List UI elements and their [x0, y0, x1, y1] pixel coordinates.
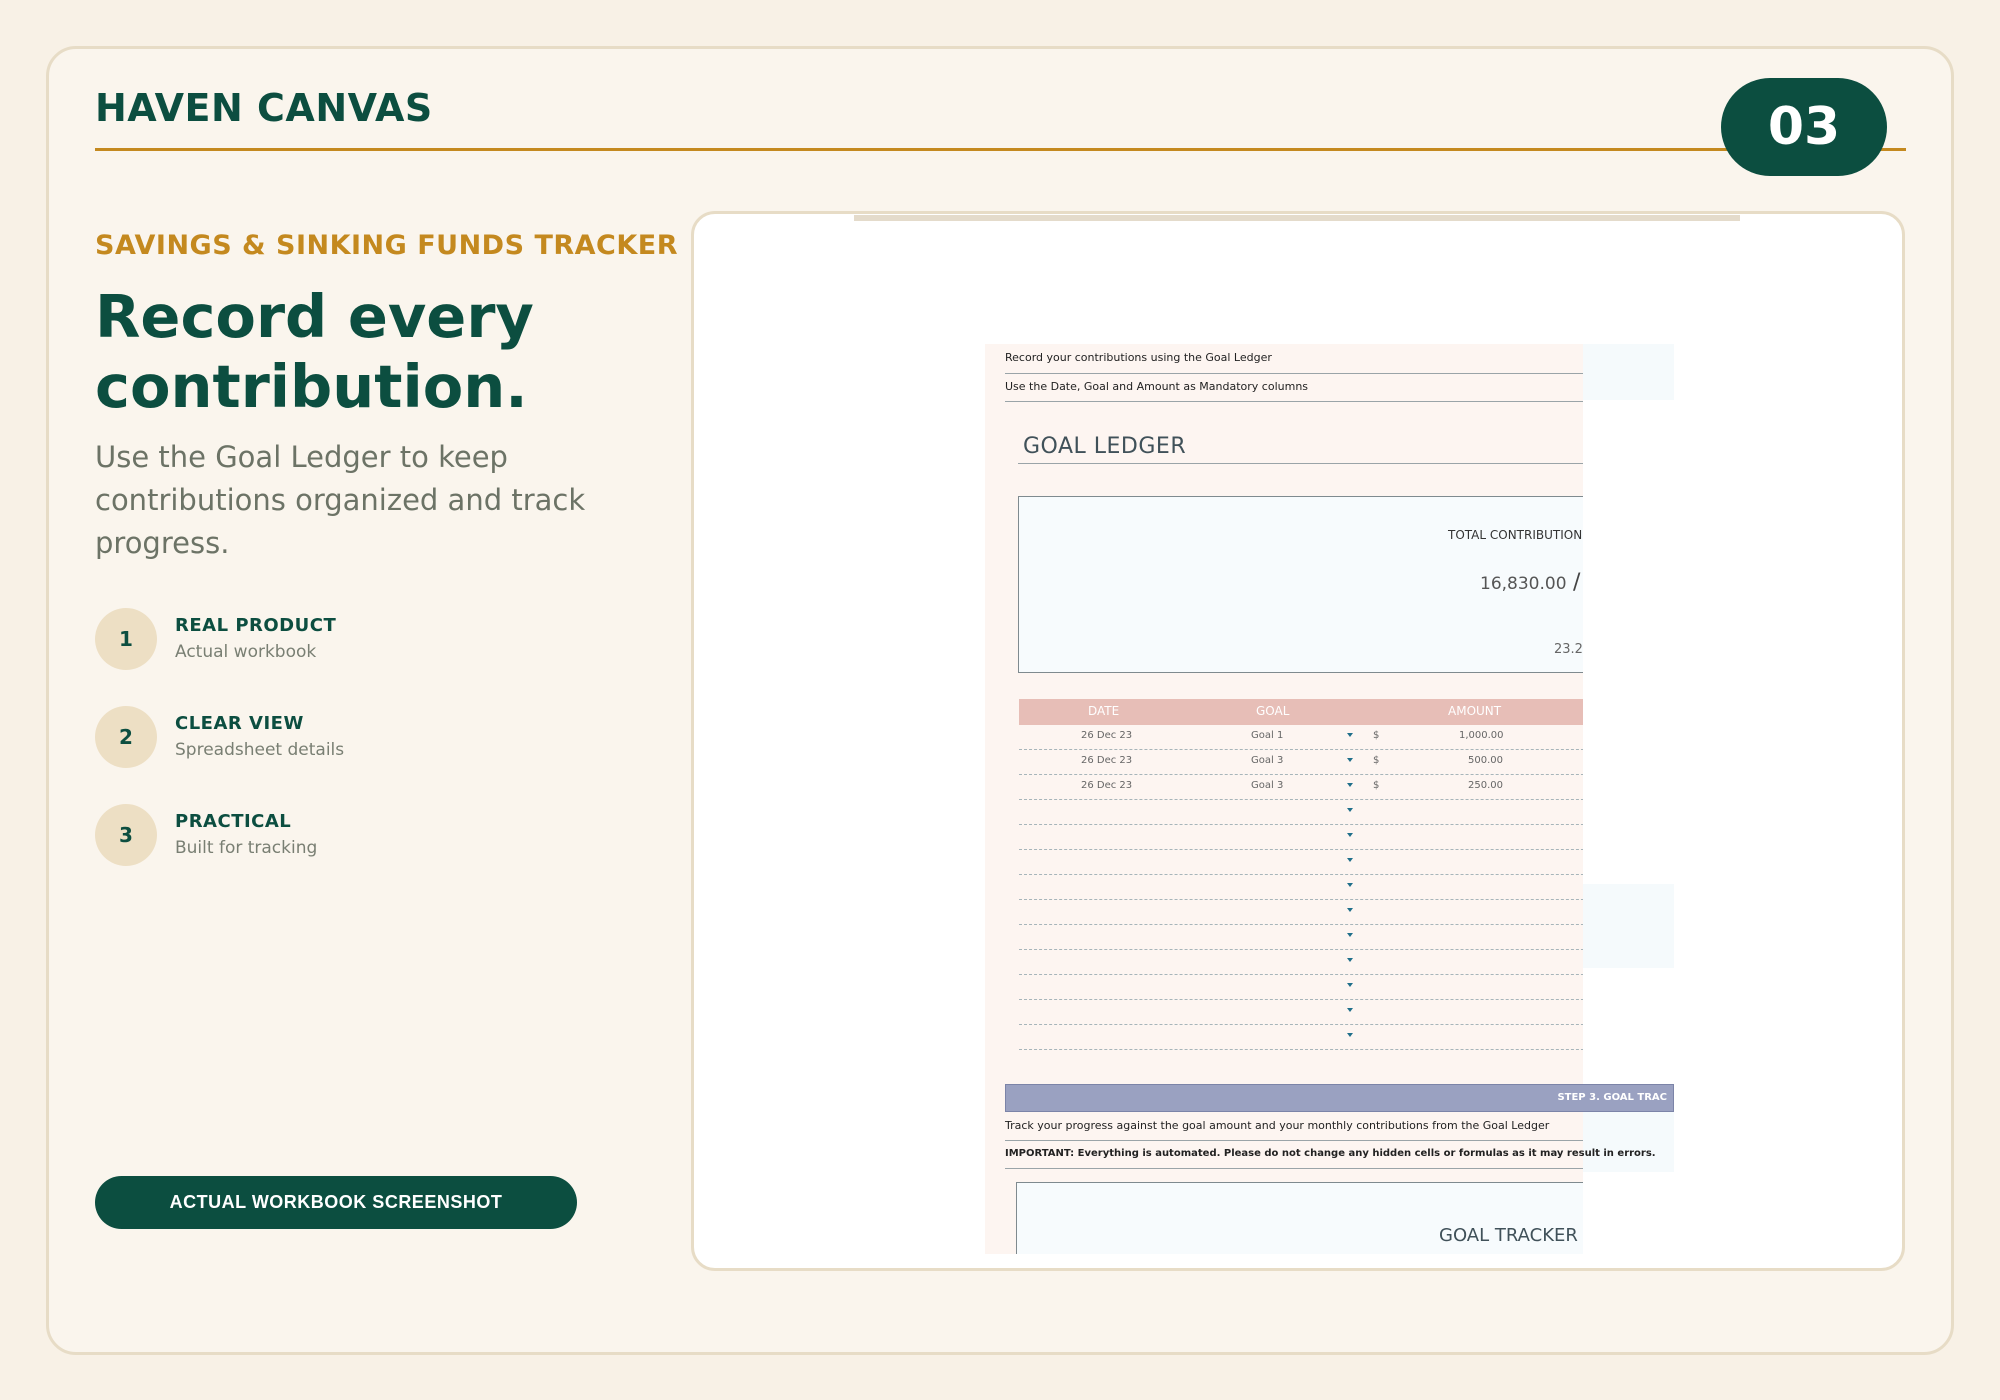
goal-tracker-title: GOAL TRACKER	[1439, 1225, 1578, 1246]
ledger-row[interactable]: 26 Dec 23 Goal 1 $ 1,000.00	[1019, 725, 1599, 750]
feature-subtitle: Built for tracking	[175, 838, 318, 858]
ledger-row[interactable]	[1019, 975, 1599, 1000]
dropdown-arrow-icon[interactable]	[1347, 783, 1353, 787]
eyebrow-label: SAVINGS & SINKING FUNDS TRACKER	[95, 230, 679, 261]
step-label: STEP 3. GOAL TRAC	[1557, 1092, 1667, 1103]
step-banner: STEP 3. GOAL TRAC	[1005, 1084, 1674, 1112]
ledger-row[interactable]	[1019, 1025, 1599, 1050]
feature-title: PRACTICAL	[175, 811, 292, 832]
ledger-row[interactable]: 26 Dec 23 Goal 3 $ 500.00	[1019, 750, 1599, 775]
frame-top-bar	[854, 215, 1740, 221]
description: Use the Goal Ledger to keep contribution…	[95, 440, 586, 560]
feature-item-practical: 3 PRACTICAL Built for tracking	[95, 804, 515, 868]
column-header-goal: GOAL	[1256, 704, 1290, 718]
dropdown-arrow-icon[interactable]	[1347, 833, 1353, 837]
dropdown-arrow-icon[interactable]	[1347, 908, 1353, 912]
feature-subtitle: Spreadsheet details	[175, 740, 345, 760]
dropdown-arrow-icon[interactable]	[1347, 958, 1353, 962]
dropdown-arrow-icon[interactable]	[1347, 808, 1353, 812]
ledger-row[interactable]: 26 Dec 23 Goal 3 $ 250.00	[1019, 775, 1599, 800]
column-header-date: DATE	[1088, 704, 1120, 718]
page-number-badge: 03	[1721, 78, 1887, 176]
workbook-screenshot: Record your contributions using the Goal…	[985, 344, 1674, 1254]
column-header-amount: AMOUNT	[1448, 704, 1502, 718]
feature-subtitle: Actual workbook	[175, 642, 317, 662]
ledger-row[interactable]	[1019, 900, 1599, 925]
dropdown-arrow-icon[interactable]	[1347, 983, 1353, 987]
dropdown-arrow-icon[interactable]	[1347, 858, 1353, 862]
feature-title: REAL PRODUCT	[175, 615, 337, 636]
instruction-note: Record your contributions using the Goal…	[1005, 351, 1272, 364]
instruction-note: Track your progress against the goal amo…	[1005, 1119, 1550, 1132]
dropdown-arrow-icon[interactable]	[1347, 883, 1353, 887]
total-separator: /	[1573, 570, 1581, 595]
workbook-screenshot-button[interactable]: ACTUAL WORKBOOK SCREENSHOT	[95, 1176, 577, 1229]
feature-item-real-product: 1 REAL PRODUCT Actual workbook	[95, 608, 515, 672]
feature-item-clear-view: 2 CLEAR VIEW Spreadsheet details	[95, 706, 515, 770]
ledger-row[interactable]	[1019, 825, 1599, 850]
ledger-row[interactable]	[1019, 1000, 1599, 1025]
progress-value: 23.2	[1554, 642, 1583, 657]
ledger-row[interactable]	[1019, 925, 1599, 950]
feature-title: CLEAR VIEW	[175, 713, 304, 734]
feature-number: 2	[95, 706, 157, 768]
dropdown-arrow-icon[interactable]	[1347, 1008, 1353, 1012]
feature-number: 1	[95, 608, 157, 670]
brand-title: HAVEN CANVAS	[95, 86, 433, 130]
important-note: IMPORTANT: Everything is automated. Plea…	[1005, 1148, 1656, 1159]
ledger-row[interactable]	[1019, 800, 1599, 825]
ledger-row[interactable]	[1019, 875, 1599, 900]
instruction-note: Use the Date, Goal and Amount as Mandato…	[1005, 380, 1309, 393]
ledger-row[interactable]	[1019, 950, 1599, 975]
headline: Record every contribution.	[95, 282, 534, 421]
ledger-row[interactable]	[1019, 850, 1599, 875]
dropdown-arrow-icon[interactable]	[1347, 733, 1353, 737]
feature-number: 3	[95, 804, 157, 866]
header-divider	[95, 148, 1906, 151]
dropdown-arrow-icon[interactable]	[1347, 1033, 1353, 1037]
dropdown-arrow-icon[interactable]	[1347, 933, 1353, 937]
total-contribution-value: 16,830.00	[1480, 574, 1567, 594]
total-contribution-label: TOTAL CONTRIBUTION	[1448, 528, 1583, 542]
goal-ledger-title: GOAL LEDGER	[1023, 434, 1187, 459]
dropdown-arrow-icon[interactable]	[1347, 758, 1353, 762]
